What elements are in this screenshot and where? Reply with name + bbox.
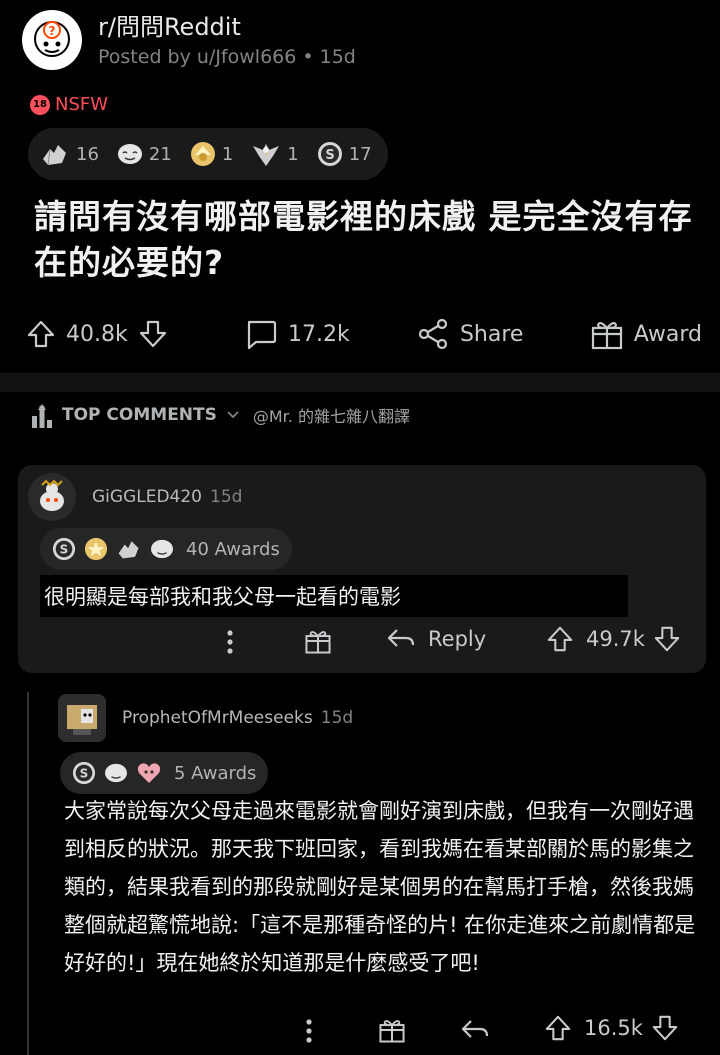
tearing-up-award-icon bbox=[104, 762, 128, 784]
upvote-icon[interactable] bbox=[26, 319, 56, 349]
downvote-icon[interactable] bbox=[651, 1014, 679, 1042]
upvote-icon[interactable] bbox=[546, 625, 574, 653]
top-comments-icon bbox=[32, 404, 52, 428]
comment-body: 大家常說每次父母走過來電影就會剛好演到床戲，但我有一次剛好遇到相反的狀況。那天我… bbox=[64, 799, 696, 975]
award-tearing-up: 21 bbox=[117, 142, 172, 166]
gift-icon bbox=[591, 322, 622, 350]
gold-award-icon bbox=[84, 537, 108, 561]
nsfw-label: NSFW bbox=[55, 94, 109, 115]
silver-award-icon: S bbox=[52, 537, 76, 561]
more-options-icon[interactable] bbox=[226, 629, 234, 655]
award-label: Award bbox=[633, 321, 702, 347]
awards-count: 40 Awards bbox=[186, 538, 280, 560]
hand-award-icon bbox=[116, 537, 142, 561]
post-header: ? r/問問Reddit Posted by u/Jfowl666 • 15d bbox=[22, 10, 356, 70]
comment-count: 17.2k bbox=[287, 321, 350, 347]
award-eagle: 1 bbox=[251, 140, 299, 168]
share-icon bbox=[418, 318, 448, 350]
comment-card: GiGGLED420 15d S 40 Awards 很明顯是每部我和我父母一起… bbox=[18, 465, 706, 673]
comment-header: ProphetOfMrMeeseeks 15d bbox=[58, 694, 353, 742]
subreddit-name[interactable]: r/問問Reddit bbox=[98, 13, 356, 41]
posted-by[interactable]: Posted by u/Jfowl666 • 15d bbox=[98, 46, 356, 68]
award-silver: S 17 bbox=[317, 141, 372, 167]
share-button[interactable]: Share bbox=[416, 318, 524, 350]
post-vote-count: 40.8k bbox=[66, 321, 128, 347]
more-options-icon[interactable] bbox=[305, 1018, 313, 1044]
award-count: 16 bbox=[76, 143, 99, 165]
downvote-icon[interactable] bbox=[653, 625, 681, 653]
award-count: 21 bbox=[148, 143, 172, 165]
wholesome-award-icon bbox=[136, 761, 162, 785]
comment-header: GiGGLED420 15d bbox=[28, 473, 242, 521]
hand-award-icon bbox=[43, 145, 66, 166]
post-awards-bar[interactable]: 16 21 1 1 S 17 bbox=[28, 128, 388, 180]
silver-award-icon: S bbox=[317, 142, 342, 166]
tearing-up-award-icon bbox=[117, 144, 142, 164]
reply-arrow-icon bbox=[387, 629, 415, 647]
award-button[interactable]: Award bbox=[590, 318, 702, 350]
tearing-up-award-icon bbox=[150, 538, 174, 560]
comment-action-bar: Reply 49.7k bbox=[18, 625, 706, 665]
share-label: Share bbox=[459, 321, 524, 347]
svg-text:S: S bbox=[60, 543, 69, 557]
reply-button[interactable]: Reply bbox=[386, 625, 486, 653]
award-helpful: 1 bbox=[190, 141, 233, 167]
reply-arrow-icon[interactable] bbox=[460, 1016, 490, 1044]
comment-time: 15d bbox=[320, 708, 354, 728]
comments-button[interactable]: 17.2k bbox=[244, 318, 350, 350]
svg-text:?: ? bbox=[49, 24, 56, 38]
reply-label: Reply bbox=[428, 627, 487, 651]
award-hand: 16 bbox=[40, 141, 99, 167]
comment-time: 15d bbox=[210, 487, 243, 507]
award-count: 1 bbox=[287, 143, 299, 165]
svg-text:S: S bbox=[80, 767, 89, 781]
avatar[interactable] bbox=[28, 473, 76, 521]
comment-bubble-icon bbox=[247, 320, 277, 350]
svg-text:S: S bbox=[325, 148, 334, 163]
translator-credit: @Mr. 的雜七雜八翻譯 bbox=[252, 407, 410, 426]
section-divider bbox=[0, 373, 720, 392]
gift-icon[interactable] bbox=[304, 627, 332, 655]
post-action-bar: 40.8k 17.2k Share Award bbox=[26, 318, 702, 350]
eagle-award-icon bbox=[253, 144, 280, 166]
award-count: 1 bbox=[221, 143, 234, 165]
thread-line[interactable] bbox=[27, 692, 29, 1055]
comment-username[interactable]: GiGGLED420 bbox=[92, 487, 202, 507]
gift-icon[interactable] bbox=[378, 1016, 406, 1044]
helpful-award-icon bbox=[190, 142, 215, 166]
comment-username[interactable]: ProphetOfMrMeeseeks bbox=[122, 708, 313, 728]
comment-vote-group: 16.5k bbox=[544, 1014, 679, 1042]
downvote-icon[interactable] bbox=[138, 319, 168, 349]
award-count: 17 bbox=[348, 143, 372, 165]
comment-body: 很明顯是每部我和我父母一起看的電影 bbox=[40, 575, 628, 617]
silver-award-icon: S bbox=[72, 761, 96, 785]
sort-label: TOP COMMENTS bbox=[62, 405, 217, 425]
comment-vote-group: 49.7k bbox=[546, 625, 681, 653]
upvote-icon[interactable] bbox=[544, 1014, 572, 1042]
comment-awards[interactable]: S 40 Awards bbox=[40, 528, 292, 570]
awards-count: 5 Awards bbox=[174, 762, 257, 784]
nsfw-18-icon: 18 bbox=[30, 94, 50, 115]
chevron-down-icon bbox=[227, 411, 239, 419]
comment-vote-count: 49.7k bbox=[586, 627, 645, 651]
comment-sort[interactable]: TOP COMMENTS @Mr. 的雜七雜八翻譯 bbox=[30, 402, 410, 428]
subreddit-icon[interactable]: ? bbox=[22, 10, 82, 70]
comment-awards[interactable]: S 5 Awards bbox=[60, 752, 269, 794]
post-title[interactable]: 請問有沒有哪部電影裡的床戲 是完全沒有存在的必要的? bbox=[34, 194, 704, 286]
vote-group: 40.8k bbox=[26, 319, 178, 349]
comment-action-bar: 16.5k bbox=[0, 1014, 720, 1048]
avatar[interactable] bbox=[58, 694, 106, 742]
nsfw-tag: 18 NSFW bbox=[30, 94, 108, 115]
comment-vote-count: 16.5k bbox=[584, 1016, 643, 1040]
